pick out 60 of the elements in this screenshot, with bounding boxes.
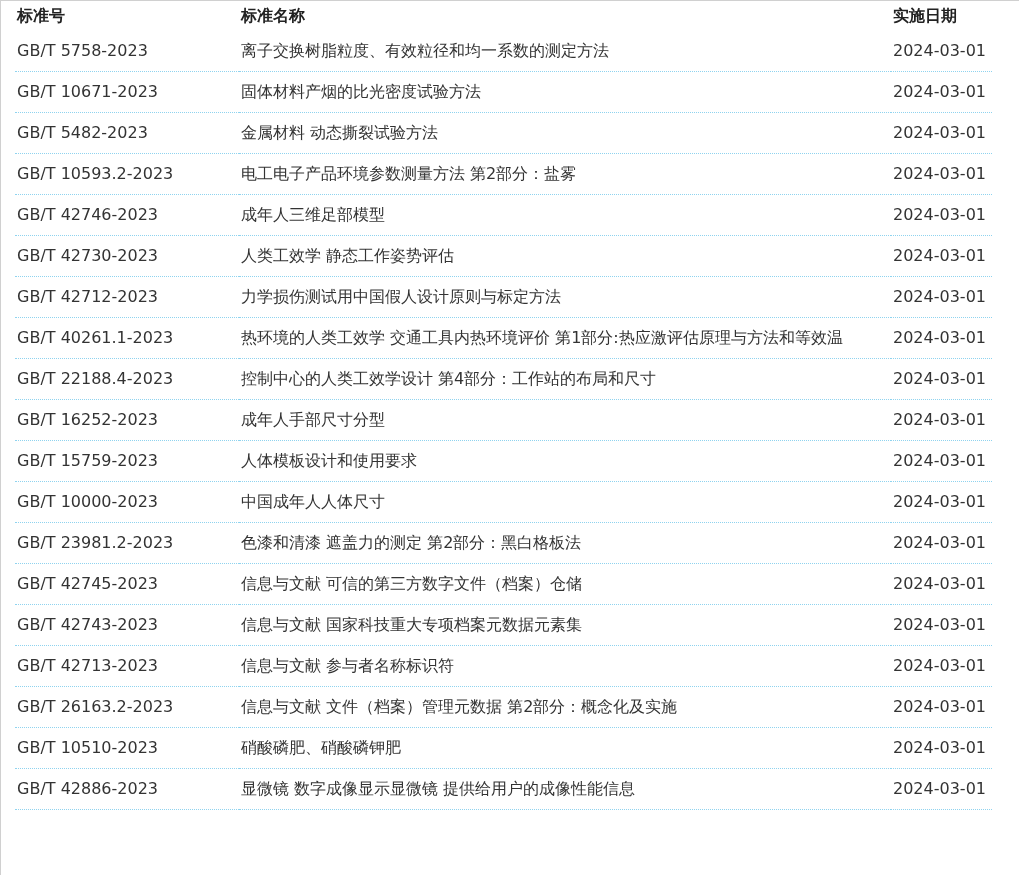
table-cell: 2024-03-01 [891,153,992,195]
table-cell: GB/T 10593.2-2023 [15,153,239,195]
table-cell: 2024-03-01 [891,522,992,564]
table-cell: 2024-03-01 [891,645,992,687]
table-cell: GB/T 10000-2023 [15,481,239,523]
table-cell: GB/T 40261.1-2023 [15,317,239,359]
table-cell: 金属材料 动态撕裂试验方法 [239,112,891,154]
table-cell: 2024-03-01 [891,768,992,810]
column-header: 标准号 [15,5,66,27]
table-cell: 离子交换树脂粒度、有效粒径和均一系数的测定方法 [239,31,891,72]
table-cell: 2024-03-01 [891,686,992,728]
table-cell: 控制中心的人类工效学设计 第4部分：工作站的布局和尺寸 [239,358,891,400]
table-cell: GB/T 42712-2023 [15,276,239,318]
table-cell: 硝酸磷肥、硝酸磷钾肥 [239,727,891,769]
table-cell: 信息与文献 国家科技重大专项档案元数据元素集 [239,604,891,646]
table-cell: GB/T 42745-2023 [15,563,239,605]
table-cell: GB/T 42886-2023 [15,768,239,810]
table-cell: 电工电子产品环境参数测量方法 第2部分：盐雾 [239,153,891,195]
table-cell: GB/T 5482-2023 [15,112,239,154]
table-cell: 2024-03-01 [891,235,992,277]
table-cell: 2024-03-01 [891,31,992,72]
table-cell: 2024-03-01 [891,727,992,769]
table-cell: 2024-03-01 [891,358,992,400]
table-cell: 热环境的人类工效学 交通工具内热环境评价 第1部分:热应激评估原理与方法和等效温 [239,317,891,359]
table-cell: 2024-03-01 [891,440,992,482]
column-header: 标准名称 [239,5,306,27]
table-cell: 2024-03-01 [891,194,992,236]
table-cell: GB/T 42730-2023 [15,235,239,277]
table-cell: 2024-03-01 [891,276,992,318]
table-cell: 成年人三维足部模型 [239,194,891,236]
table-cell: GB/T 15759-2023 [15,440,239,482]
table-cell: 成年人手部尺寸分型 [239,399,891,441]
table-cell: 2024-03-01 [891,112,992,154]
table-cell: 显微镜 数字成像显示显微镜 提供给用户的成像性能信息 [239,768,891,810]
table-cell: GB/T 26163.2-2023 [15,686,239,728]
table-cell: 2024-03-01 [891,563,992,605]
table-cell: 中国成年人人体尺寸 [239,481,891,523]
table-cell: GB/T 22188.4-2023 [15,358,239,400]
table-cell: 力学损伤测试用中国假人设计原则与标定方法 [239,276,891,318]
table-cell: 人类工效学 静态工作姿势评估 [239,235,891,277]
table-cell: GB/T 16252-2023 [15,399,239,441]
table-cell: 2024-03-01 [891,604,992,646]
table-cell: 色漆和清漆 遮盖力的测定 第2部分：黑白格板法 [239,522,891,564]
column-header: 实施日期 [892,5,958,27]
table-cell: GB/T 42743-2023 [15,604,239,646]
table-cell: 固体材料产烟的比光密度试验方法 [239,71,891,113]
table-cell: GB/T 42713-2023 [15,645,239,687]
table-cell: GB/T 10510-2023 [15,727,239,769]
table-cell: 信息与文献 文件（档案）管理元数据 第2部分：概念化及实施 [239,686,891,728]
table-cell: 2024-03-01 [891,481,992,523]
table-cell: GB/T 23981.2-2023 [15,522,239,564]
table-cell: 2024-03-01 [891,317,992,359]
table-cell: GB/T 42746-2023 [15,194,239,236]
table-cell: 2024-03-01 [891,399,992,441]
table-cell: GB/T 10671-2023 [15,71,239,113]
table-cell: 信息与文献 可信的第三方数字文件（档案）仓储 [239,563,891,605]
table-cell: 信息与文献 参与者名称标识符 [239,645,891,687]
table-cell: GB/T 5758-2023 [15,31,239,72]
table-cell: 2024-03-01 [891,71,992,113]
table-cell: 人体模板设计和使用要求 [239,440,891,482]
